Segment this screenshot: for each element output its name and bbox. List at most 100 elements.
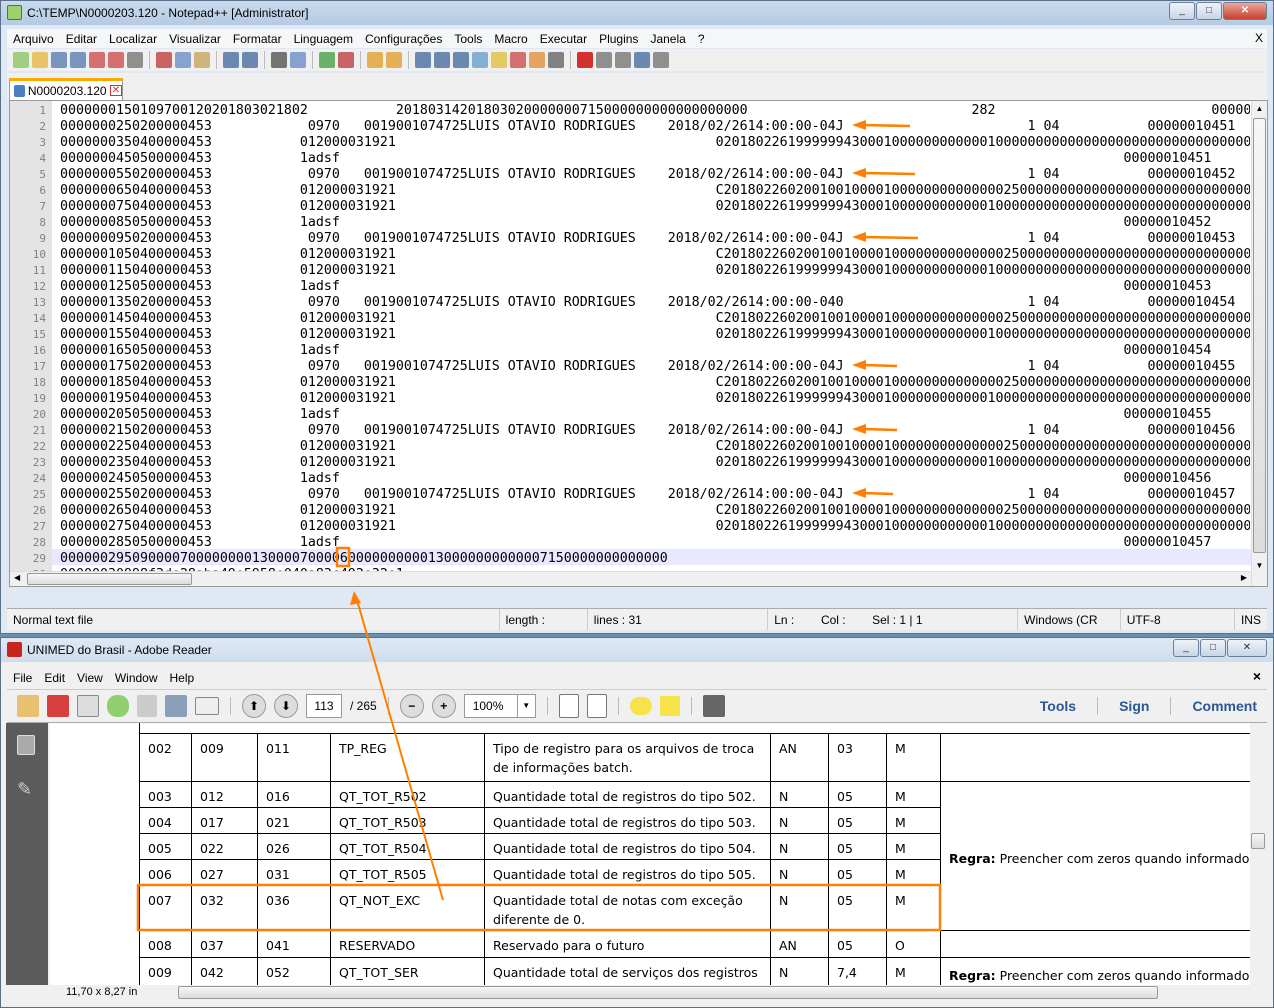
copy-icon[interactable] — [175, 52, 191, 68]
fit-width-icon[interactable] — [558, 694, 579, 718]
run-macro-multiple-icon[interactable] — [634, 52, 650, 68]
find-icon[interactable] — [271, 52, 287, 68]
scroll-thumb[interactable] — [1253, 118, 1266, 553]
text-editor[interactable]: 1 2 3 4 5 6 7 8 9 10 11 12 13 14 15 16 17 18 19 20 21 22 23 24 2… — [9, 100, 1268, 587]
vertical-scrollbar[interactable]: ▲ ▼ — [1251, 101, 1267, 586]
monitor-icon[interactable] — [548, 52, 564, 68]
zoom-out-icon[interactable]: − — [399, 694, 424, 718]
save-all-icon[interactable] — [70, 52, 86, 68]
menu-plugins[interactable]: Plugins — [593, 32, 644, 46]
menu-configura-es[interactable]: Configurações — [359, 32, 448, 46]
record-macro-icon[interactable] — [577, 52, 593, 68]
h-scroll-thumb[interactable] — [178, 986, 1158, 999]
code-line[interactable]: 0000001850400000453 012000031921 C201802… — [60, 375, 1250, 391]
code-line[interactable]: 0000002850500000453 1adsf 00000010457 — [60, 535, 1250, 551]
menu-tools[interactable]: Tools — [448, 32, 488, 46]
next-page-icon[interactable]: ⬇ — [274, 694, 298, 718]
minimize-button[interactable]: _ — [1169, 2, 1195, 20]
code-line[interactable]: 0000001350200000453 0970 0019001074725LU… — [60, 295, 1250, 311]
cut-icon[interactable] — [156, 52, 172, 68]
code-line[interactable]: 0000001450400000453 012000031921 C201802… — [60, 311, 1250, 327]
code-line[interactable]: 0000002950900007000000001300007000060000… — [60, 551, 1250, 567]
menu-formatar[interactable]: Formatar — [227, 32, 288, 46]
menu-edit[interactable]: Edit — [38, 671, 71, 685]
menu-macro[interactable]: Macro — [488, 32, 533, 46]
code-line[interactable]: 0000002750400000453 012000031921 0201802… — [60, 519, 1250, 535]
menu-window[interactable]: Window — [109, 671, 164, 685]
pages-panel-icon[interactable] — [17, 735, 35, 755]
previous-page-icon[interactable]: ⬆ — [242, 694, 266, 718]
email-icon[interactable] — [195, 697, 219, 715]
play-macro-icon[interactable] — [615, 52, 631, 68]
save-macro-icon[interactable] — [653, 52, 669, 68]
chevron-down-icon[interactable]: ▼ — [516, 695, 535, 717]
folder-workspace-icon[interactable] — [529, 52, 545, 68]
pdf-vscroll[interactable] — [1250, 723, 1266, 985]
sync-h-icon[interactable] — [386, 52, 402, 68]
full-screen-icon[interactable] — [702, 695, 725, 717]
show-all-chars-icon[interactable] — [434, 52, 450, 68]
new-file-icon[interactable] — [13, 52, 29, 68]
save-icon[interactable] — [137, 695, 157, 717]
code-line[interactable]: 0000001750200000453 0970 0019001074725LU… — [60, 359, 1250, 375]
menu-close-doc[interactable]: X — [1255, 31, 1263, 45]
sign-document-icon[interactable] — [77, 695, 99, 717]
code-line[interactable]: 0000001050400000453 012000031921 C201802… — [60, 247, 1250, 263]
menu-linguagem[interactable]: Linguagem — [288, 32, 359, 46]
word-wrap-icon[interactable] — [415, 52, 431, 68]
stop-macro-icon[interactable] — [596, 52, 612, 68]
code-line[interactable]: 0000000650400000453 012000031921 C201802… — [60, 183, 1250, 199]
code-line[interactable]: 0000002450500000453 1adsf 00000010456 — [60, 471, 1250, 487]
print-icon[interactable] — [127, 52, 143, 68]
print-icon[interactable] — [165, 695, 187, 717]
comment-pane-button[interactable]: Comment — [1182, 698, 1267, 714]
menu--[interactable]: ? — [692, 32, 711, 46]
scroll-left-arrow[interactable]: ◀ — [14, 573, 20, 582]
paste-icon[interactable] — [194, 52, 210, 68]
menu-visualizar[interactable]: Visualizar — [163, 32, 227, 46]
tab-file[interactable]: N0000203.120 ✕ — [9, 78, 123, 100]
code-line[interactable]: 0000000950200000453 0970 0019001074725LU… — [60, 231, 1250, 247]
create-pdf-icon[interactable] — [17, 695, 39, 717]
menu-executar[interactable]: Executar — [534, 32, 593, 46]
menu-arquivo[interactable]: Arquivo — [7, 32, 60, 46]
maximize-button[interactable]: □ — [1200, 639, 1226, 657]
code-line[interactable]: 0000001650500000453 1adsf 00000010454 — [60, 343, 1250, 359]
replace-icon[interactable] — [290, 52, 306, 68]
zoom-select[interactable]: 100% ▼ — [463, 694, 536, 718]
zoom-in-icon[interactable]: + — [431, 694, 456, 718]
code-line[interactable]: 0000000250200000453 0970 0019001074725LU… — [60, 119, 1250, 135]
menu-close-doc[interactable]: × — [1253, 668, 1261, 684]
close-button[interactable]: ✕ — [1227, 639, 1267, 657]
code-line[interactable]: 0000000750400000453 012000031921 0201802… — [60, 199, 1250, 215]
indent-guide-icon[interactable] — [453, 52, 469, 68]
minimize-button[interactable]: _ — [1173, 639, 1199, 657]
scroll-thumb[interactable] — [1251, 833, 1265, 849]
fit-page-icon[interactable] — [586, 694, 607, 718]
close-button[interactable]: ✕ — [1223, 2, 1267, 20]
save-icon[interactable] — [51, 52, 67, 68]
doc-map-icon[interactable] — [491, 52, 507, 68]
maximize-button[interactable]: □ — [1196, 2, 1222, 20]
sync-v-icon[interactable] — [367, 52, 383, 68]
sign-pane-button[interactable]: Sign — [1109, 698, 1159, 714]
function-list-icon[interactable] — [510, 52, 526, 68]
close-icon[interactable] — [89, 52, 105, 68]
udl-icon[interactable] — [472, 52, 488, 68]
scroll-right-arrow[interactable]: ▶ — [1241, 573, 1247, 582]
code-line[interactable]: 0000000350400000453 012000031921 0201802… — [60, 135, 1250, 151]
code-line[interactable]: 0000000150109700120201803021802 20180314… — [60, 103, 1250, 119]
menu-editar[interactable]: Editar — [60, 32, 103, 46]
menu-view[interactable]: View — [71, 671, 109, 685]
zoom-in-icon[interactable] — [319, 52, 335, 68]
page-number-input[interactable]: 113 — [306, 694, 342, 718]
redo-icon[interactable] — [242, 52, 258, 68]
horizontal-scrollbar[interactable]: ◀ ▶ — [10, 571, 1251, 586]
code-line[interactable]: 0000002150200000453 0970 0019001074725LU… — [60, 423, 1250, 439]
code-line[interactable]: 0000002350400000453 012000031921 0201802… — [60, 455, 1250, 471]
code-line[interactable]: 0000002650400000453 012000031921 C201802… — [60, 503, 1250, 519]
h-scroll-thumb[interactable] — [27, 573, 192, 585]
tools-pane-button[interactable]: Tools — [1030, 698, 1086, 714]
code-line[interactable]: 0000000450500000453 1adsf 00000010451 — [60, 151, 1250, 167]
menu-help[interactable]: Help — [164, 671, 201, 685]
